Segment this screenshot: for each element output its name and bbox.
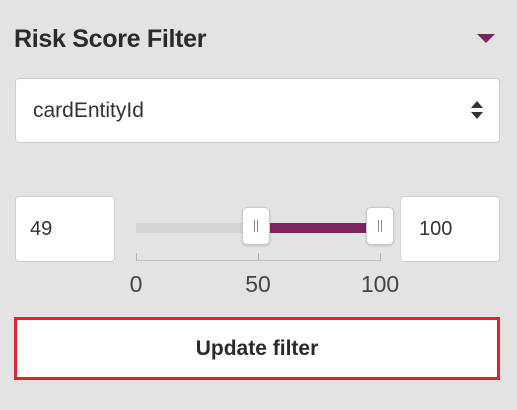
slider-tick-label: 50 bbox=[245, 271, 271, 297]
sort-arrows-icon bbox=[471, 101, 483, 121]
panel-title: Risk Score Filter bbox=[14, 25, 207, 53]
update-filter-button[interactable]: Update filter bbox=[14, 317, 500, 380]
slider-tick-label: 100 bbox=[360, 271, 400, 297]
caret-down-icon[interactable] bbox=[477, 34, 495, 43]
entity-select[interactable]: cardEntityId bbox=[15, 78, 500, 143]
slider-min-handle[interactable] bbox=[241, 207, 270, 245]
range-min-input[interactable]: 49 bbox=[15, 196, 115, 262]
entity-select-value: cardEntityId bbox=[33, 99, 144, 122]
range-max-input[interactable]: 100 bbox=[400, 196, 500, 262]
slider-selected-range bbox=[255, 223, 380, 233]
slider-tick-mark bbox=[258, 253, 259, 261]
slider-tick-mark bbox=[380, 253, 381, 261]
slider-tick-mark bbox=[136, 253, 137, 261]
slider-tick-label: 0 bbox=[129, 271, 143, 297]
risk-score-filter-panel: Risk Score Filter cardEntityId 49 0 50 100… bbox=[0, 0, 517, 410]
slider-max-handle[interactable] bbox=[366, 207, 394, 245]
